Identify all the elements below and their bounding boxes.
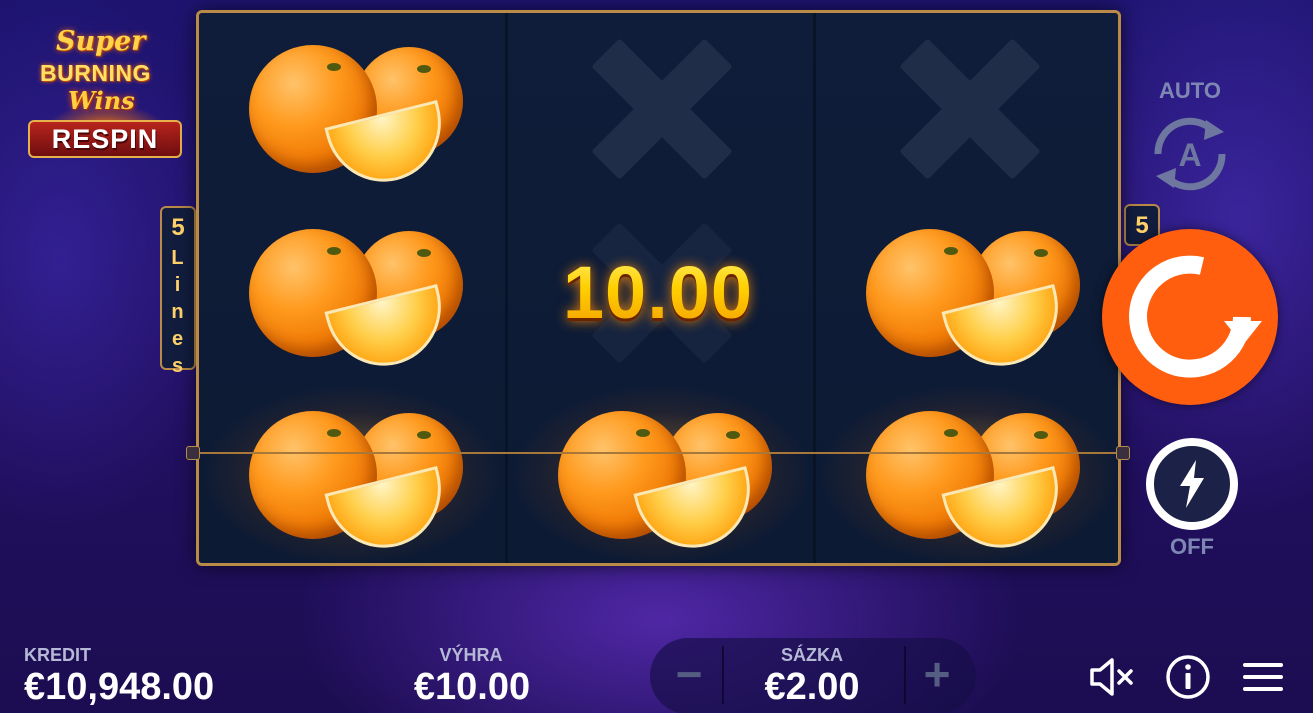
reel-cell bbox=[199, 383, 505, 563]
reel-cell bbox=[816, 201, 1118, 384]
logo-line-wins: Wins bbox=[68, 86, 135, 115]
spin-button[interactable] bbox=[1102, 229, 1278, 405]
lines-letter: s bbox=[171, 355, 185, 377]
blank-x-symbol bbox=[580, 38, 744, 180]
orange-stem bbox=[636, 429, 650, 437]
win-amount-overlay: 10.00 bbox=[520, 250, 796, 335]
info-icon bbox=[1166, 655, 1210, 699]
lines-count-left: 5 bbox=[171, 214, 185, 241]
reel-3 bbox=[816, 13, 1118, 563]
reel-cell bbox=[816, 17, 1118, 200]
bet-value: €2.00 bbox=[764, 666, 860, 708]
increase-bet-button[interactable]: + bbox=[904, 646, 970, 706]
reel-cell bbox=[199, 201, 505, 384]
autoplay-icon: A bbox=[1154, 117, 1226, 191]
decrease-bet-button[interactable]: − bbox=[656, 646, 722, 706]
menu-button[interactable] bbox=[1238, 652, 1288, 702]
reel-cell bbox=[816, 383, 1118, 563]
reel-cell bbox=[199, 17, 505, 200]
turbo-status-label: OFF bbox=[1170, 534, 1214, 559]
autoplay-icon-letter: A bbox=[1178, 137, 1201, 173]
orange-symbol bbox=[862, 223, 1082, 379]
lightning-icon bbox=[1180, 460, 1204, 508]
orange-stem bbox=[417, 65, 431, 73]
blank-x-symbol bbox=[888, 38, 1052, 180]
payline-marker-right bbox=[1116, 446, 1130, 460]
orange-stem bbox=[726, 431, 740, 439]
orange-stem bbox=[417, 431, 431, 439]
orange-symbol bbox=[862, 405, 1082, 561]
paylines-indicator-left: 5 L i n e s bbox=[160, 206, 196, 377]
lines-letter: e bbox=[171, 328, 185, 350]
reel-1 bbox=[199, 13, 505, 563]
reel-divider bbox=[505, 13, 508, 563]
logo-line-super: Super bbox=[56, 26, 146, 57]
lines-letter: L bbox=[171, 247, 185, 269]
logo-line-respin: RESPIN bbox=[28, 120, 182, 158]
orange-stem bbox=[327, 247, 341, 255]
reel-cell bbox=[508, 383, 814, 563]
orange-stem bbox=[417, 249, 431, 257]
lines-letter: n bbox=[171, 301, 185, 323]
autoplay-label: AUTO bbox=[1159, 78, 1221, 103]
hamburger-menu-icon bbox=[1243, 663, 1283, 691]
info-button[interactable] bbox=[1163, 652, 1213, 702]
bet-label: SÁZKA bbox=[781, 645, 843, 665]
credit-value: €10,948.00 bbox=[24, 666, 215, 708]
orange-stem bbox=[944, 247, 958, 255]
lines-letter: i bbox=[174, 274, 182, 296]
bet-divider bbox=[722, 646, 724, 704]
orange-symbol bbox=[245, 223, 465, 379]
reel-cell bbox=[508, 17, 814, 200]
logo-line-burning: BURNING bbox=[40, 60, 151, 86]
reel-divider bbox=[813, 13, 816, 563]
spin-icon bbox=[1129, 255, 1262, 378]
speaker-muted-icon bbox=[1090, 658, 1133, 696]
orange-stem bbox=[1034, 249, 1048, 257]
orange-stem bbox=[1034, 431, 1048, 439]
orange-symbol bbox=[245, 405, 465, 561]
orange-symbol bbox=[554, 405, 774, 561]
sound-toggle-button[interactable] bbox=[1086, 652, 1136, 702]
winning-payline bbox=[186, 452, 1130, 454]
win-value: €10.00 bbox=[413, 666, 531, 708]
game-logo: Super BURNING Wins RESPIN bbox=[26, 26, 184, 160]
turbo-button[interactable] bbox=[1146, 438, 1238, 530]
orange-symbol bbox=[245, 39, 465, 195]
orange-stem bbox=[944, 429, 958, 437]
orange-stem bbox=[327, 63, 341, 71]
credit-label: KREDIT bbox=[24, 645, 91, 665]
autoplay-button[interactable]: A bbox=[1140, 108, 1240, 200]
win-label: VÝHRA bbox=[439, 645, 503, 665]
payline-marker-left bbox=[186, 446, 200, 460]
orange-stem bbox=[327, 429, 341, 437]
